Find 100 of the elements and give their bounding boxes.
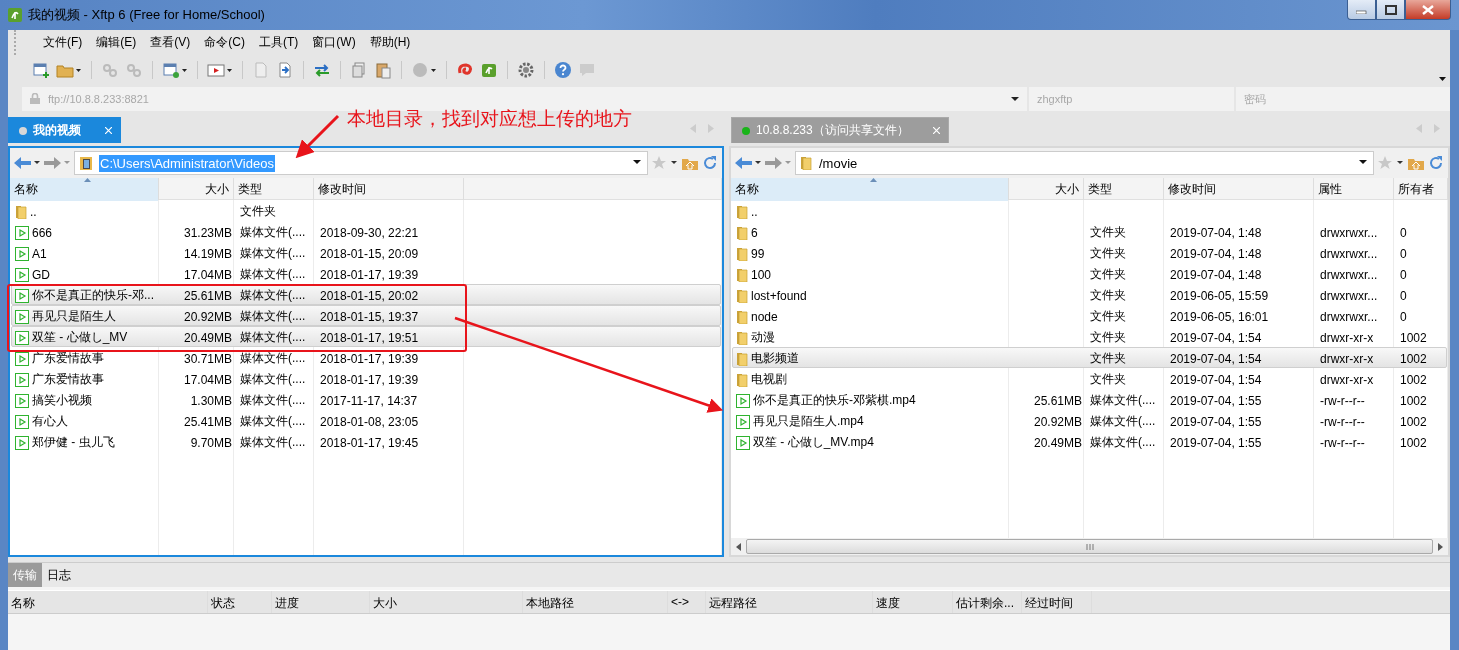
file-name[interactable]: 再见只是陌生人.mp4 — [753, 413, 864, 430]
column-header[interactable]: 修改时间 — [1164, 178, 1314, 201]
app-logo-icon[interactable] — [480, 61, 498, 79]
file-name[interactable]: 6 — [751, 225, 758, 240]
file-row[interactable]: 双笙 - 心做し_MV 20.49MB 媒体文件(.... 2018-01-17, 19:51 — [11, 326, 721, 347]
panel-tab[interactable]: 日志 — [42, 563, 76, 587]
menu-item[interactable]: 窗口(W) — [305, 34, 363, 51]
file-name[interactable]: 电影频道 — [751, 350, 799, 367]
column-header[interactable]: 名称 — [8, 591, 208, 613]
file-row[interactable]: .. 文件夹 — [11, 200, 721, 221]
column-header[interactable]: 修改时间 — [314, 178, 464, 201]
forward-icon[interactable] — [765, 157, 791, 169]
column-header[interactable]: 名称 — [731, 178, 1009, 201]
column-header[interactable]: 进度 — [272, 591, 370, 613]
menu-item[interactable]: 查看(V) — [143, 34, 198, 51]
close-button[interactable] — [1405, 0, 1451, 20]
swap-arrows-icon[interactable] — [313, 61, 331, 79]
copy-icon[interactable] — [350, 61, 368, 79]
file-row[interactable]: A1 14.19MB 媒体文件(.... 2018-01-15, 20:09 — [11, 242, 721, 263]
file-name[interactable]: 99 — [751, 246, 765, 261]
dropdown-caret-icon[interactable] — [1011, 97, 1019, 101]
file-row[interactable]: node 文件夹 2019-06-05, 16:01 drwxrwxr... 0 — [732, 305, 1447, 326]
horizontal-scrollbar[interactable] — [746, 539, 1433, 554]
file-row[interactable]: 广东爱情故事 17.04MB 媒体文件(.... 2018-01-17, 19:39 — [11, 368, 721, 389]
column-header[interactable]: 名称 — [10, 178, 159, 201]
file-row[interactable]: 电视剧 文件夹 2019-07-04, 1:54 drwxr-xr-x 1002 — [732, 368, 1447, 389]
dropdown-caret-icon[interactable] — [1359, 160, 1367, 164]
refresh-icon[interactable] — [1428, 155, 1444, 171]
file-row[interactable]: lost+found 文件夹 2019-06-05, 15:59 drwxrwxr... 0 — [732, 284, 1447, 305]
minimize-button[interactable] — [1347, 0, 1376, 20]
file-row[interactable]: 666 31.23MB 媒体文件(.... 2018-09-30, 22:21 — [11, 221, 721, 242]
refresh-icon[interactable] — [702, 155, 718, 171]
file-name[interactable]: 郑伊健 - 虫儿飞 — [32, 434, 115, 451]
path-field[interactable]: /movie — [795, 151, 1374, 175]
file-row[interactable]: 动漫 文件夹 2019-07-04, 1:54 drwxr-xr-x 1002 — [732, 326, 1447, 347]
column-header[interactable]: 类型 — [1084, 178, 1164, 201]
file-row[interactable]: 你不是真正的快乐-邓... 25.61MB 媒体文件(.... 2018-01-15, 20:02 — [11, 284, 721, 305]
file-row[interactable]: 100 文件夹 2019-07-04, 1:48 drwxrwxr... 0 — [732, 263, 1447, 284]
file-row[interactable]: 有心人 25.41MB 媒体文件(.... 2018-01-08, 23:05 — [11, 410, 721, 431]
scroll-right-icon[interactable] — [1435, 541, 1445, 552]
column-header[interactable]: 大小 — [370, 591, 523, 613]
file-name[interactable]: 广东爱情故事 — [32, 350, 104, 367]
column-header[interactable]: 类型 — [234, 178, 314, 201]
file-row[interactable]: 99 文件夹 2019-07-04, 1:48 drwxrwxr... 0 — [732, 242, 1447, 263]
home-folder-icon[interactable] — [682, 156, 698, 170]
file-row[interactable]: 再见只是陌生人.mp4 20.92MB 媒体文件(.... 2019-07-04, 1:55 -rw-r--r-- 1002 — [732, 410, 1447, 431]
file-name[interactable]: 再见只是陌生人 — [32, 308, 116, 325]
file-name[interactable]: A1 — [32, 246, 47, 261]
file-name[interactable]: 广东爱情故事 — [32, 371, 104, 388]
file-name[interactable]: 你不是真正的快乐-邓... — [32, 287, 154, 304]
file-name[interactable]: 100 — [751, 267, 772, 282]
file-name[interactable]: 有心人 — [32, 413, 68, 430]
column-header[interactable]: 本地路径 — [523, 591, 668, 613]
file-name[interactable]: 电视剧 — [751, 371, 787, 388]
file-row[interactable]: 搞笑小视频 1.30MB 媒体文件(.... 2017-11-17, 14:37 — [11, 389, 721, 410]
bookmark-star-icon[interactable] — [652, 156, 678, 170]
file-name[interactable]: 动漫 — [751, 329, 775, 346]
file-row[interactable]: 再见只是陌生人 20.92MB 媒体文件(.... 2018-01-15, 19:37 — [11, 305, 721, 326]
file-row[interactable]: 6 文件夹 2019-07-04, 1:48 drwxrwxr... 0 — [732, 221, 1447, 242]
column-header[interactable]: 大小 — [159, 178, 234, 201]
column-header[interactable]: 估计剩余... — [953, 591, 1022, 613]
file-name[interactable]: .. — [30, 204, 37, 219]
dropdown-caret-icon[interactable] — [633, 160, 641, 164]
column-header[interactable]: 状态 — [208, 591, 272, 613]
file-name[interactable]: GD — [32, 267, 50, 282]
password-field[interactable]: 密码 — [1236, 87, 1450, 111]
play-icon[interactable] — [207, 61, 233, 79]
file-name[interactable]: node — [751, 309, 778, 324]
paste-icon[interactable] — [374, 61, 392, 79]
file-row[interactable]: 广东爱情故事 30.71MB 媒体文件(.... 2018-01-17, 19:39 — [11, 347, 721, 368]
column-header[interactable]: 大小 — [1009, 178, 1084, 201]
menu-item[interactable]: 工具(T) — [252, 34, 306, 51]
scroll-left-icon[interactable] — [734, 541, 744, 552]
file-name[interactable]: 双笙 - 心做し_MV — [32, 329, 128, 346]
home-folder-icon[interactable] — [1408, 156, 1424, 170]
column-header[interactable]: 速度 — [873, 591, 953, 613]
menu-item[interactable]: 文件(F) — [36, 34, 90, 51]
menu-item[interactable]: 命令(C) — [197, 34, 252, 51]
file-name[interactable]: 双笙 - 心做し_MV.mp4 — [753, 434, 874, 451]
new-session-icon[interactable] — [32, 61, 50, 79]
column-header[interactable]: 经过时间 — [1022, 591, 1092, 613]
back-icon[interactable] — [735, 157, 761, 169]
file-row[interactable]: GD 17.04MB 媒体文件(.... 2018-01-17, 19:39 — [11, 263, 721, 284]
close-icon[interactable] — [932, 127, 940, 134]
column-header[interactable]: 远程路径 — [706, 591, 873, 613]
file-row[interactable]: 你不是真正的快乐-邓紫棋.mp4 25.61MB 媒体文件(.... 2019-07-04, 1:55 -rw-r--r-- 1002 — [732, 389, 1447, 410]
menu-item[interactable]: 帮助(H) — [362, 34, 418, 51]
pane-tab[interactable]: 我的视频 — [8, 117, 121, 143]
help-icon[interactable] — [554, 61, 572, 79]
maximize-button[interactable] — [1376, 0, 1405, 20]
settings-icon[interactable] — [517, 61, 535, 79]
file-name[interactable]: .. — [751, 204, 758, 219]
menu-item[interactable]: 编辑(E) — [89, 34, 144, 51]
file-name[interactable]: lost+found — [751, 288, 807, 303]
column-header[interactable]: 所有者 — [1394, 178, 1448, 201]
file-row[interactable]: 双笙 - 心做し_MV.mp4 20.49MB 媒体文件(.... 2019-07-04, 1:55 -rw-r--r-- 1002 — [732, 431, 1447, 452]
file-row[interactable]: 电影频道 文件夹 2019-07-04, 1:54 drwxr-xr-x 1002 — [732, 347, 1447, 368]
column-header[interactable]: 属性 — [1314, 178, 1394, 201]
file-row[interactable]: .. — [732, 200, 1447, 221]
overflow-caret-icon[interactable] — [1439, 77, 1446, 81]
